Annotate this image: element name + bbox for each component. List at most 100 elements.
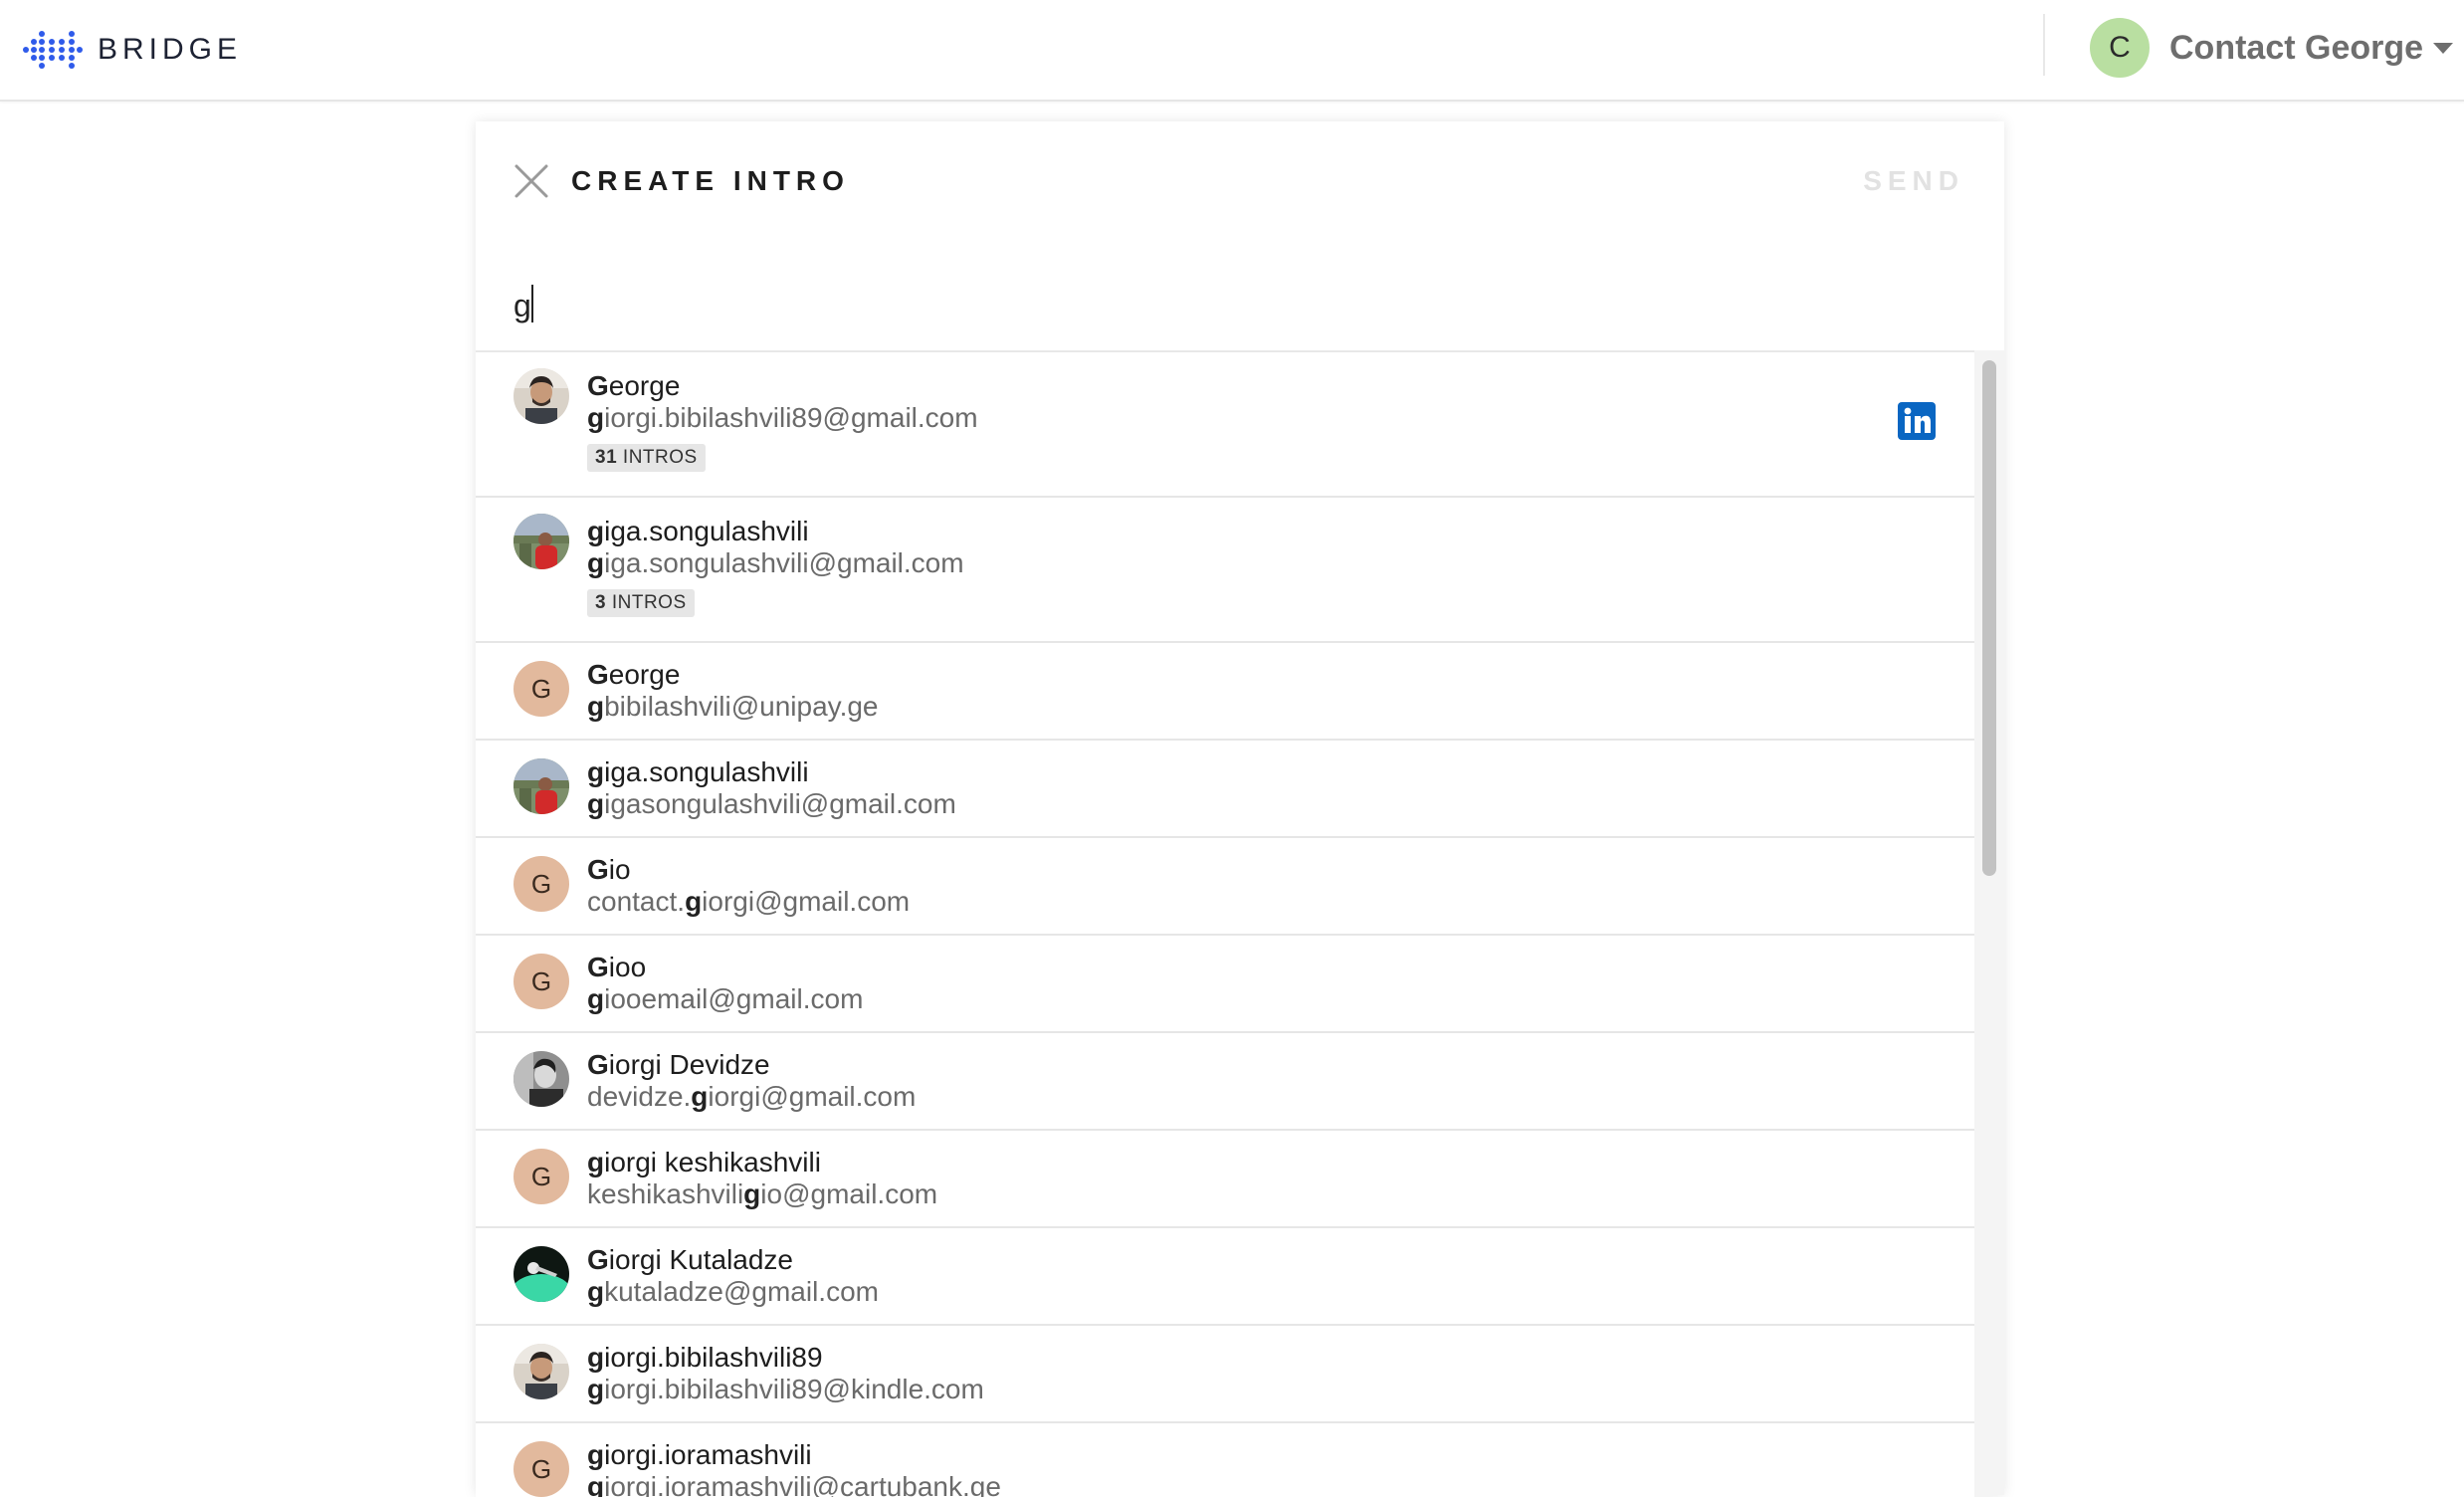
brand-name: BRIDGE [98,33,243,66]
contact-avatar-photo [513,514,569,569]
email-post: iorgi.bibilashvili89@kindle.com [604,1374,984,1404]
contact-name: giga.songulashvili [587,756,956,788]
email-pre: keshikashvili [587,1178,744,1209]
email-post: io@gmail.com [760,1178,938,1209]
name-rest: eorge [608,370,681,401]
name-match: g [587,1342,605,1373]
scrollbar-thumb[interactable] [1982,360,1996,876]
caret-down-icon [2433,42,2454,54]
name-rest: iorgi keshikashvili [604,1147,821,1177]
contact-name: giorgi.ioramashvili [587,1439,1001,1471]
contact-email: gbibilashvili@unipay.ge [587,691,879,723]
name-rest: iorgi Kutaladze [608,1244,794,1275]
name-match: G [587,370,609,401]
text-cursor [531,285,533,322]
name-rest: iga.songulashvili [604,756,809,787]
contact-avatar-initial: G [513,1441,569,1497]
bridge-logo[interactable]: BRIDGE [22,28,242,72]
result-row[interactable]: G George gbibilashvili@unipay.ge [476,643,1974,741]
contact-email: devidze.giorgi@gmail.com [587,1081,916,1113]
search-input[interactable] [513,271,1966,340]
contact-avatar-photo [513,758,569,814]
contact-info: giorgi.ioramashvili giorgi.ioramashvili@… [587,1439,1001,1497]
contact-email: gigasongulashvili@gmail.com [587,788,956,820]
result-row[interactable]: giorgi.bibilashvili89 giorgi.bibilashvil… [476,1326,1974,1423]
email-post: iorgi@gmail.com [708,1081,917,1112]
name-match: g [587,1147,605,1177]
name-rest: io [608,854,631,885]
contact-name: giga.songulashvili [587,516,964,547]
user-menu[interactable]: C Contact George [2090,17,2454,79]
bridge-logo-icon [23,31,83,69]
close-icon[interactable] [513,163,549,199]
result-row[interactable]: G Gioo giooemail@gmail.com [476,936,1974,1033]
email-post: igasongulashvili@gmail.com [604,788,956,819]
email-match: g [691,1081,709,1112]
contact-email: giga.songulashvili@gmail.com [587,547,964,579]
email-post: iorgi.ioramashvili@cartubank.ge [604,1471,1001,1497]
intros-count: 31 [595,447,618,468]
contact-info: George giorgi.bibilashvili89@gmail.com 3… [587,370,978,472]
send-button[interactable]: SEND [1863,165,1964,197]
contact-info: George gbibilashvili@unipay.ge [587,659,879,723]
contact-name: George [587,370,978,402]
contact-info: Giorgi Kutaladze gkutaladze@gmail.com [587,1244,879,1308]
name-rest: iorgi.bibilashvili89 [604,1342,823,1373]
name-rest: eorge [608,659,681,690]
contact-avatar-photo [513,1344,569,1399]
email-match: g [587,1471,605,1497]
page-title: CREATE INTRO [571,165,850,196]
email-pre: devidze. [587,1081,692,1112]
contact-avatar-photo [513,368,569,424]
name-rest: iorgi Devidze [608,1049,770,1080]
email-match: g [587,547,605,578]
contact-avatar-photo [513,1051,569,1107]
contact-name: Gioo [587,952,863,983]
result-row[interactable]: G giorgi keshikashvili keshikashviligio@… [476,1131,1974,1228]
name-match: g [587,1439,605,1470]
result-row[interactable]: G Gio contact.giorgi@gmail.com [476,838,1974,936]
contact-name: Giorgi Kutaladze [587,1244,879,1276]
user-name: Contact George [2169,28,2424,67]
email-match: g [587,983,605,1014]
top-navbar: BRIDGE C Contact George [0,0,2464,102]
result-row[interactable]: giga.songulashvili gigasongulashvili@gma… [476,741,1974,838]
intros-count-badge: 3 INTROS [587,589,695,617]
name-rest: iga.songulashvili [604,516,809,546]
result-row[interactable]: G giorgi.ioramashvili giorgi.ioramashvil… [476,1423,1974,1497]
name-match: G [587,1049,609,1080]
linkedin-icon[interactable] [1898,402,1936,440]
result-row[interactable]: giga.songulashvili giga.songulashvili@gm… [476,498,1974,643]
result-row[interactable]: Giorgi Devidze devidze.giorgi@gmail.com [476,1033,1974,1131]
contact-name: Giorgi Devidze [587,1049,916,1081]
result-row[interactable]: Giorgi Kutaladze gkutaladze@gmail.com [476,1228,1974,1326]
result-row[interactable]: George giorgi.bibilashvili89@gmail.com 3… [476,352,1974,498]
contact-info: giga.songulashvili giga.songulashvili@gm… [587,516,964,617]
email-match: g [587,402,605,433]
contact-email: contact.giorgi@gmail.com [587,886,910,918]
name-rest: ioo [608,952,647,982]
name-match: G [587,952,609,982]
create-intro-card: CREATE INTRO SEND George giorgi.bibilash… [476,121,2004,1497]
results-list[interactable]: George giorgi.bibilashvili89@gmail.com 3… [476,350,1974,1497]
name-match: G [587,854,609,885]
user-avatar: C [2090,18,2150,78]
name-match: G [587,659,609,690]
name-rest: iorgi.ioramashvili [604,1439,812,1470]
contact-email: giooemail@gmail.com [587,983,863,1015]
name-match: G [587,1244,609,1275]
email-match: g [587,691,605,722]
contact-name: George [587,659,879,691]
contact-avatar-photo [513,1246,569,1302]
contact-name: giorgi keshikashvili [587,1147,937,1178]
contact-email: keshikashviligio@gmail.com [587,1178,937,1210]
contact-avatar-initial: G [513,856,569,912]
contact-name: Gio [587,854,910,886]
intros-count-badge: 31 INTROS [587,444,706,472]
contact-email: gkutaladze@gmail.com [587,1276,879,1308]
email-pre: contact. [587,886,686,917]
card-header: CREATE INTRO SEND [476,121,2004,241]
email-match: g [587,1276,605,1307]
contact-info: giorgi.bibilashvili89 giorgi.bibilashvil… [587,1342,984,1405]
contact-info: Giorgi Devidze devidze.giorgi@gmail.com [587,1049,916,1113]
